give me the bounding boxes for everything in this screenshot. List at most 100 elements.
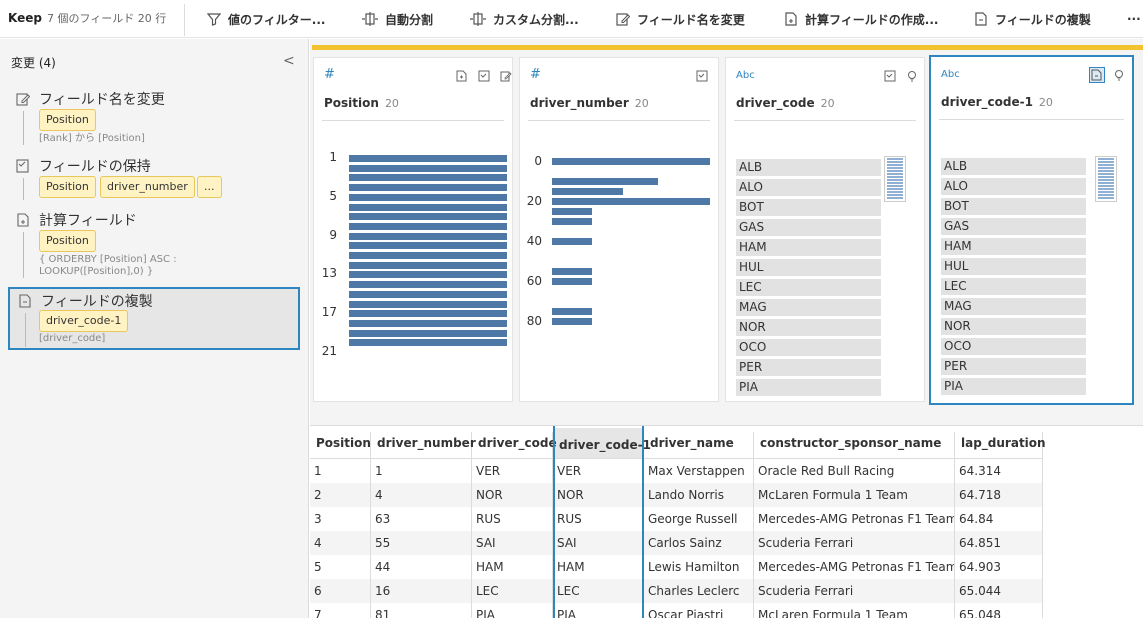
value-item[interactable]: NOR [736,319,881,336]
histogram-bar[interactable] [349,261,507,269]
table-cell[interactable]: Carlos Sainz [644,531,754,555]
histogram-bar[interactable] [552,268,592,275]
column-header[interactable]: driver_name [644,432,754,458]
histogram-bar[interactable] [552,278,592,285]
table-row[interactable]: 7 81 PIA PIA Oscar Piastri McLaren Formula 1 … [310,603,1043,618]
histogram-bar[interactable] [349,203,507,211]
histogram-bar[interactable] [349,184,507,192]
table-cell[interactable]: 64.84 [955,507,1043,531]
table-cell[interactable]: HAM [472,555,553,579]
table-cell[interactable]: SAI [472,531,553,555]
field-pill[interactable]: driver_number [100,176,195,198]
table-cell[interactable]: Max Verstappen [644,459,754,483]
value-item[interactable]: BOT [736,199,881,216]
table-row[interactable]: 3 63 RUS RUS George Russell Mercedes-AMG Petr… [310,507,1043,531]
table-cell[interactable]: NOR [553,483,644,507]
histogram-bar[interactable] [552,238,592,245]
table-cell[interactable]: PIA [553,603,644,618]
column-header[interactable]: Position [310,432,371,458]
table-cell[interactable]: SAI [553,531,644,555]
table-cell[interactable]: 16 [371,579,472,603]
value-item[interactable]: LEC [941,278,1086,295]
keep-field-icon[interactable] [882,68,898,84]
rename-icon[interactable] [498,68,514,84]
calc-field-icon[interactable] [454,68,470,84]
value-item[interactable]: GAS [736,219,881,236]
rename-field-button[interactable]: フィールド名を変更 [616,9,745,29]
scroll-minimap[interactable] [1095,156,1117,202]
more-button[interactable]: ··· [1127,9,1141,29]
value-item[interactable]: PIA [736,379,881,396]
table-cell[interactable]: 64.314 [955,459,1043,483]
table-cell[interactable]: HAM [553,555,644,579]
value-item[interactable]: NOR [941,318,1086,335]
custom-split-button[interactable]: カスタム分割... [470,9,579,29]
column-header[interactable]: driver_number [371,432,476,458]
field-pill[interactable]: driver_code-1 [39,310,129,332]
table-cell[interactable]: Lewis Hamilton [644,555,754,579]
value-item[interactable]: MAG [736,299,881,316]
filter-values-button[interactable]: 値のフィルター... [207,9,325,29]
table-cell[interactable]: McLaren Formula 1 Team [754,483,955,507]
histogram-bar[interactable] [349,164,507,172]
value-item[interactable]: OCO [941,338,1086,355]
table-cell[interactable]: Mercedes-AMG Petronas F1 Team [754,555,955,579]
profile-card-driver-code[interactable]: Abc driver_code 20 ALB ALO BOT GAS HAM HUL LEC M… [725,57,925,402]
table-row[interactable]: 2 4 NOR NOR Lando Norris McLaren Formula 1 Te… [310,483,1043,507]
column-header[interactable]: constructor_sponsor_name [754,432,955,458]
table-cell[interactable]: RUS [472,507,553,531]
value-item[interactable]: BOT [941,198,1086,215]
collapse-panel-icon[interactable]: < [283,53,295,69]
table-cell[interactable]: VER [553,459,644,483]
histogram-bar[interactable] [552,198,710,205]
value-item[interactable]: PER [736,359,881,376]
table-cell[interactable]: 1 [371,459,472,483]
profile-card-driver-code-1[interactable]: Abc driver_code-1 20 ALB ALO BOT GAS HAM HUL LE… [929,55,1134,405]
table-row[interactable]: 6 16 LEC LEC Charles Leclerc Scuderia Ferrari… [310,579,1043,603]
auto-split-button[interactable]: 自動分割 [362,9,433,29]
value-item[interactable]: ALB [736,159,881,176]
value-item[interactable]: ALO [736,179,881,196]
histogram-bar[interactable] [349,339,507,347]
more-fields-pill[interactable]: ... [197,176,222,198]
histogram-bar[interactable] [349,319,507,327]
table-cell[interactable]: 3 [310,507,371,531]
table-cell[interactable]: Lando Norris [644,483,754,507]
table-cell[interactable]: RUS [553,507,644,531]
table-row[interactable]: 4 55 SAI SAI Carlos Sainz Scuderia Ferrari 64.… [310,531,1043,555]
histogram-bar[interactable] [349,222,507,230]
table-cell[interactable]: 6 [310,579,371,603]
value-item[interactable]: HUL [736,259,881,276]
histogram-bar[interactable] [349,174,507,182]
histogram-bar[interactable] [349,155,507,162]
change-item-keep[interactable]: フィールドの保持 Position driver_number ... [8,154,300,202]
recommendation-bulb-icon[interactable] [1111,67,1127,83]
histogram-bar[interactable] [349,252,507,259]
keep-field-icon[interactable] [476,68,492,84]
table-cell[interactable]: 64.718 [955,483,1043,507]
table-row[interactable]: 1 1 VER VER Max Verstappen Oracle Red Bull Ra… [310,459,1043,483]
table-cell[interactable]: LEC [553,579,644,603]
histogram-bar[interactable] [349,281,507,289]
scroll-minimap[interactable] [884,156,906,202]
table-cell[interactable]: 1 [310,459,371,483]
recommendation-bulb-icon[interactable] [904,68,920,84]
value-item[interactable]: ALB [941,158,1086,175]
value-item[interactable]: LEC [736,279,881,296]
value-item[interactable]: PER [941,358,1086,375]
table-cell[interactable]: 4 [371,483,472,507]
value-item[interactable]: HUL [941,258,1086,275]
column-header[interactable]: driver_code-1 [553,434,651,460]
value-item[interactable]: MAG [941,298,1086,315]
keep-field-icon[interactable] [1089,67,1105,83]
create-calc-field-button[interactable]: 計算フィールドの作成... [784,9,938,29]
value-item[interactable]: GAS [941,218,1086,235]
table-cell[interactable]: 64.903 [955,555,1043,579]
table-cell[interactable]: 63 [371,507,472,531]
change-item-rename[interactable]: フィールド名を変更 Position [Rank] から [Position] [8,87,300,149]
change-item-calc[interactable]: 計算フィールド Position { ORDERBY [Position] AS… [8,208,300,280]
keep-field-icon[interactable] [694,68,710,84]
table-cell[interactable]: 65.048 [955,603,1043,618]
value-item[interactable]: OCO [736,339,881,356]
field-pill[interactable]: Position [39,176,96,198]
